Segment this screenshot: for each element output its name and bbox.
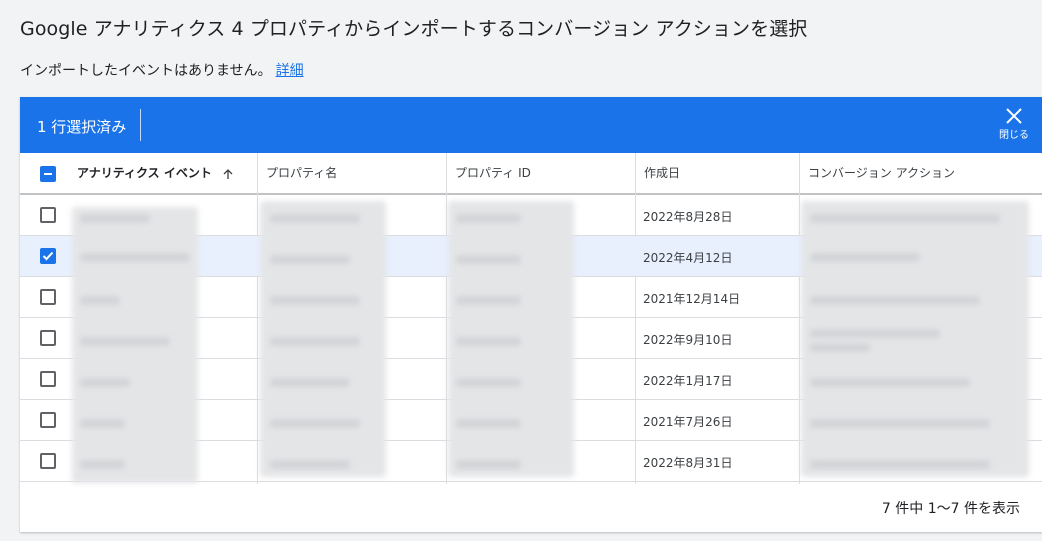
column-header-analytics-event[interactable]: アナリティクス イベント [68,153,234,193]
row-checkbox[interactable] [40,289,56,305]
redacted-text [456,337,521,346]
created-date: 2022年9月10日 [643,333,733,347]
row-checkbox[interactable] [40,248,56,264]
redacted-text [80,214,150,223]
redacted-text [810,419,990,428]
redacted-text [810,214,1000,223]
arrow-up-icon [223,168,233,179]
no-imports-message: インポートしたイベントはありません。 [20,63,272,79]
redacted-text [270,337,360,346]
redacted-text [810,343,870,352]
created-date: 2022年4月12日 [643,251,733,265]
selection-count: 1 行選択済み [37,118,127,136]
redacted-text [810,253,920,262]
row-checkbox[interactable] [40,412,56,428]
created-date: 2022年1月17日 [643,374,733,388]
redacted-text [80,460,125,469]
created-date: 2021年12月14日 [643,292,741,306]
created-date: 2022年8月28日 [643,210,733,224]
page-subtitle: インポートしたイベントはありません。 詳細 [20,60,304,80]
pagination-summary: 7 件中 1〜7 件を表示 [881,501,1020,517]
redacted-conversion-actions [801,201,1029,477]
details-link[interactable]: 詳細 [276,63,304,79]
redacted-text [270,296,360,305]
close-selection-button[interactable]: 閉じる [992,105,1036,149]
selection-bar-divider [140,109,141,141]
page-title: Google アナリティクス 4 プロパティからインポートするコンバージョン ア… [20,18,808,40]
redacted-text [456,296,521,305]
close-icon [1006,108,1022,124]
column-header-property-name[interactable]: プロパティ名 [257,153,337,193]
redacted-text [456,419,521,428]
redacted-text [456,255,521,264]
redacted-text [810,460,990,469]
redacted-text [80,253,190,262]
redacted-text [80,337,170,346]
redacted-text [270,460,350,469]
row-checkbox[interactable] [40,207,56,223]
redacted-text [456,214,521,223]
redacted-text [270,419,360,428]
selection-bar: 1 行選択済み 閉じる [20,97,1042,153]
select-all-checkbox[interactable] [40,166,56,182]
created-date: 2022年8月31日 [643,456,733,470]
redacted-text [270,255,350,264]
close-label: 閉じる [999,130,1029,141]
column-header-property-id[interactable]: プロパティ ID [446,153,531,193]
redacted-text [80,419,125,428]
redacted-text [270,214,360,223]
row-checkbox[interactable] [40,371,56,387]
checkmark-icon [42,251,54,261]
redacted-text [810,329,940,338]
import-table-panel: 1 行選択済み 閉じる アナリティクス イベント プロパティ名 プロパティ ID… [20,97,1042,532]
redacted-text [456,460,521,469]
column-header-created[interactable]: 作成日 [635,153,680,193]
redacted-text [810,296,980,305]
redacted-text [80,378,130,387]
redacted-text [456,378,521,387]
created-date: 2021年7月26日 [643,415,733,429]
row-checkbox[interactable] [40,453,56,469]
redacted-text [270,378,350,387]
redacted-text [810,378,970,387]
column-header-conversion-action[interactable]: コンバージョン アクション [799,153,955,193]
table-header: アナリティクス イベント プロパティ名 プロパティ ID 作成日 コンバージョン… [20,153,1042,195]
row-checkbox[interactable] [40,330,56,346]
redacted-text [80,296,120,305]
